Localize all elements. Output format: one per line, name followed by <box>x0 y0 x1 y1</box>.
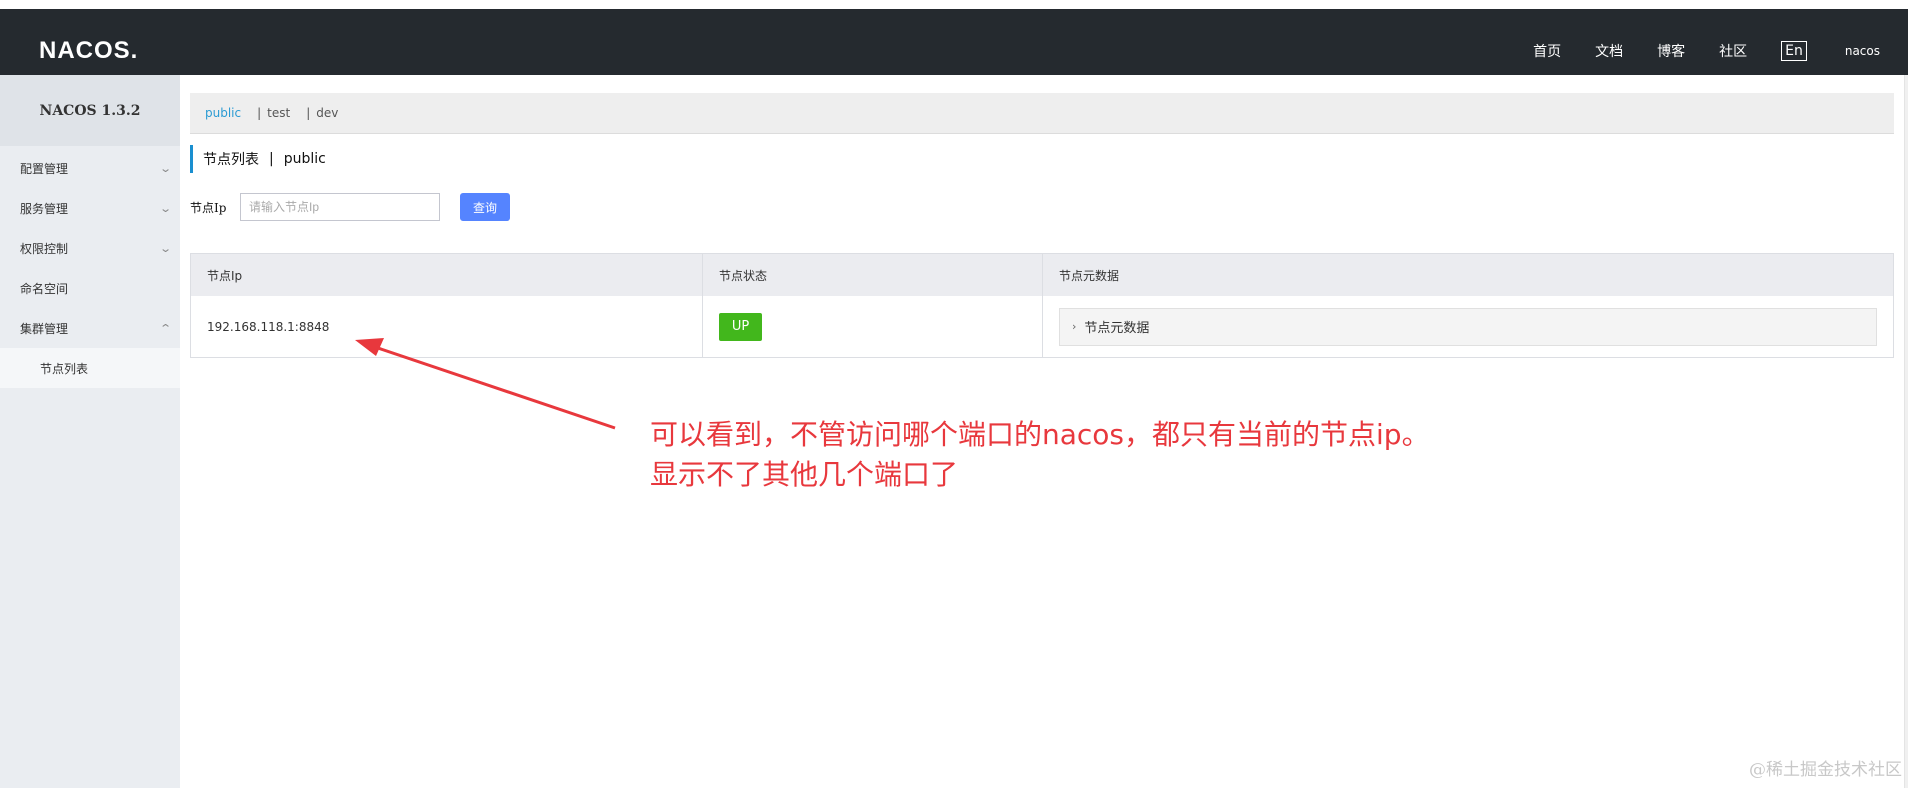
search-form: 节点Ip 查询 <box>190 193 510 221</box>
nacos-logo[interactable]: NACOS. <box>39 37 138 65</box>
sidebar-item-config-management[interactable]: 配置管理 ⌄ <box>0 148 180 188</box>
status-badge: UP <box>719 312 762 341</box>
metadata-expander[interactable]: › 节点元数据 <box>1059 307 1877 346</box>
language-switch-button[interactable]: En <box>1781 41 1807 61</box>
sidebar-item-label: 配置管理 <box>20 161 69 176</box>
sidebar-item-label: 命名空间 <box>20 281 69 296</box>
chevron-down-icon: ⌄ <box>158 241 172 255</box>
user-menu[interactable]: nacos <box>1845 44 1880 58</box>
annotation-arrow-shaft <box>371 344 616 430</box>
query-button[interactable]: 查询 <box>460 193 510 221</box>
node-table: 节点Ip 节点状态 节点元数据 192.168.118.1:8848 UP › … <box>190 253 1894 358</box>
nav-blog[interactable]: 博客 <box>1657 41 1685 61</box>
table-header: 节点Ip 节点状态 节点元数据 <box>191 254 1893 296</box>
sidebar-item-label: 集群管理 <box>20 321 69 336</box>
chevron-right-icon: › <box>1072 320 1077 333</box>
sidebar-item-label: 服务管理 <box>20 201 69 216</box>
cell-node-ip: 192.168.118.1:8848 <box>191 296 703 357</box>
page-title-namespace: public <box>283 151 326 167</box>
sidebar-item-service-management[interactable]: 服务管理 ⌄ <box>0 188 180 228</box>
nav-docs[interactable]: 文档 <box>1595 41 1623 61</box>
annotation-line-1: 可以看到，不管访问哪个端口的nacos，都只有当前的节点ip。 <box>650 418 1430 451</box>
sidebar-item-label: 权限控制 <box>20 241 69 256</box>
top-nav: 首页 文档 博客 社区 En nacos <box>1499 18 1880 84</box>
namespace-separator: | <box>257 106 262 120</box>
chevron-down-icon: ⌄ <box>158 161 172 175</box>
table-row: 192.168.118.1:8848 UP › 节点元数据 <box>191 296 1893 357</box>
column-header-metadata: 节点元数据 <box>1059 268 1120 283</box>
nav-home[interactable]: 首页 <box>1533 41 1561 61</box>
column-header-status: 节点状态 <box>703 254 1043 296</box>
sidebar: NACOS 1.3.2 配置管理 ⌄ 服务管理 ⌄ 权限控制 ⌄ 命名空间 集群… <box>0 75 180 788</box>
sidebar-item-cluster-management[interactable]: 集群管理 ⌃ <box>0 308 180 348</box>
sidebar-item-access-control[interactable]: 权限控制 ⌄ <box>0 228 180 268</box>
sidebar-version-title: NACOS 1.3.2 <box>0 75 180 146</box>
cell-node-status: UP <box>703 296 1043 357</box>
namespace-bar: public | test | dev <box>190 93 1894 134</box>
logo-text: NACOS. <box>39 37 139 64</box>
namespace-separator: | <box>306 106 311 120</box>
search-label: 节点Ip <box>190 200 227 215</box>
page-title-text: 节点列表 <box>203 152 259 168</box>
title-divider: | <box>269 151 274 167</box>
watermark: @稀土掘金技术社区 <box>1749 760 1902 780</box>
cell-node-metadata: › 节点元数据 <box>1043 296 1893 357</box>
node-ip-search-input[interactable] <box>240 193 440 221</box>
namespace-public[interactable]: public <box>205 106 241 120</box>
annotation-line-2: 显示不了其他几个端口了 <box>650 458 959 491</box>
metadata-label: 节点元数据 <box>1084 321 1150 336</box>
nav-community[interactable]: 社区 <box>1719 41 1747 61</box>
top-navbar: NACOS. 首页 文档 博客 社区 En nacos <box>0 9 1908 75</box>
chevron-down-icon: ⌄ <box>158 201 172 215</box>
chevron-up-icon: ⌃ <box>158 321 172 335</box>
annotation-text: 可以看到，不管访问哪个端口的nacos，都只有当前的节点ip。 显示不了其他几个… <box>650 415 1430 495</box>
page-title: 节点列表 | public <box>190 145 326 173</box>
sidebar-item-namespace[interactable]: 命名空间 <box>0 268 180 308</box>
sidebar-subitem-node-list[interactable]: 节点列表 <box>0 348 180 388</box>
column-header-ip: 节点Ip <box>191 254 703 296</box>
scrollbar[interactable] <box>1904 75 1908 788</box>
namespace-test[interactable]: test <box>267 106 290 120</box>
namespace-dev[interactable]: dev <box>316 106 338 120</box>
